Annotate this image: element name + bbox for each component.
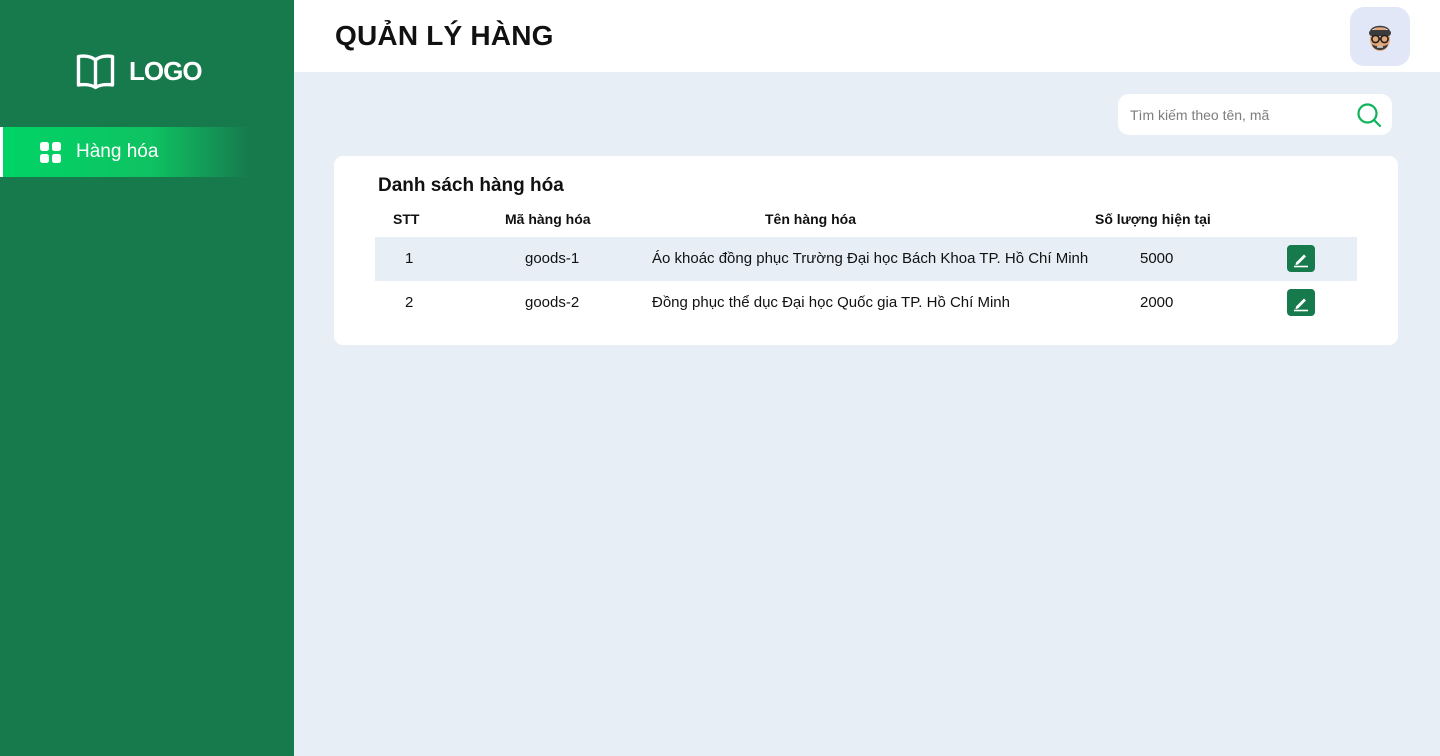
column-header-code: Mã hàng hóa: [505, 211, 591, 227]
header: QUẢN LÝ HÀNG: [294, 0, 1440, 72]
cell-code: goods-2: [525, 294, 580, 311]
page-title: QUẢN LÝ HÀNG: [335, 20, 554, 51]
column-header-name: Tên hàng hóa: [765, 211, 856, 227]
logo[interactable]: LOGO: [76, 52, 203, 90]
sidebar-item-hang-hoa[interactable]: Hàng hóa: [0, 127, 250, 177]
grid-icon: [40, 141, 61, 163]
search-input[interactable]: [1130, 94, 1355, 135]
edit-button[interactable]: [1287, 245, 1315, 272]
table-row: 2 goods-2 Đồng phục thể dục Đại học Quốc…: [375, 281, 1357, 325]
cell-code: goods-1: [525, 250, 580, 267]
edit-icon: [1294, 254, 1308, 267]
search-icon[interactable]: [1356, 102, 1382, 128]
logo-text: LOGO: [129, 55, 203, 86]
search-box: [1118, 94, 1392, 135]
cell-name: Đồng phục thể dục Đại học Quốc gia TP. H…: [652, 294, 1010, 311]
column-header-quantity: Số lượng hiện tại: [1095, 211, 1211, 227]
goods-list-card: Danh sách hàng hóa STT Mã hàng hóa Tên h…: [334, 156, 1398, 345]
edit-icon: [1294, 298, 1308, 311]
cell-quantity: 5000: [1140, 250, 1174, 267]
cell-stt: 2: [405, 294, 414, 311]
cell-stt: 1: [405, 250, 414, 267]
table-row: 1 goods-1 Áo khoác đồng phục Trường Đại …: [375, 237, 1357, 281]
sidebar: LOGO Hàng hóa: [0, 0, 294, 756]
edit-button[interactable]: [1287, 289, 1315, 316]
sidebar-item-label: Hàng hóa: [76, 141, 159, 162]
table-title: Danh sách hàng hóa: [378, 175, 564, 196]
avatar[interactable]: [1350, 7, 1410, 66]
column-header-stt: STT: [393, 211, 420, 227]
cell-name: Áo khoác đồng phục Trường Đại học Bách K…: [652, 250, 1089, 267]
book-icon: [76, 54, 115, 90]
user-avatar-icon: [1369, 25, 1391, 51]
cell-quantity: 2000: [1140, 294, 1174, 311]
